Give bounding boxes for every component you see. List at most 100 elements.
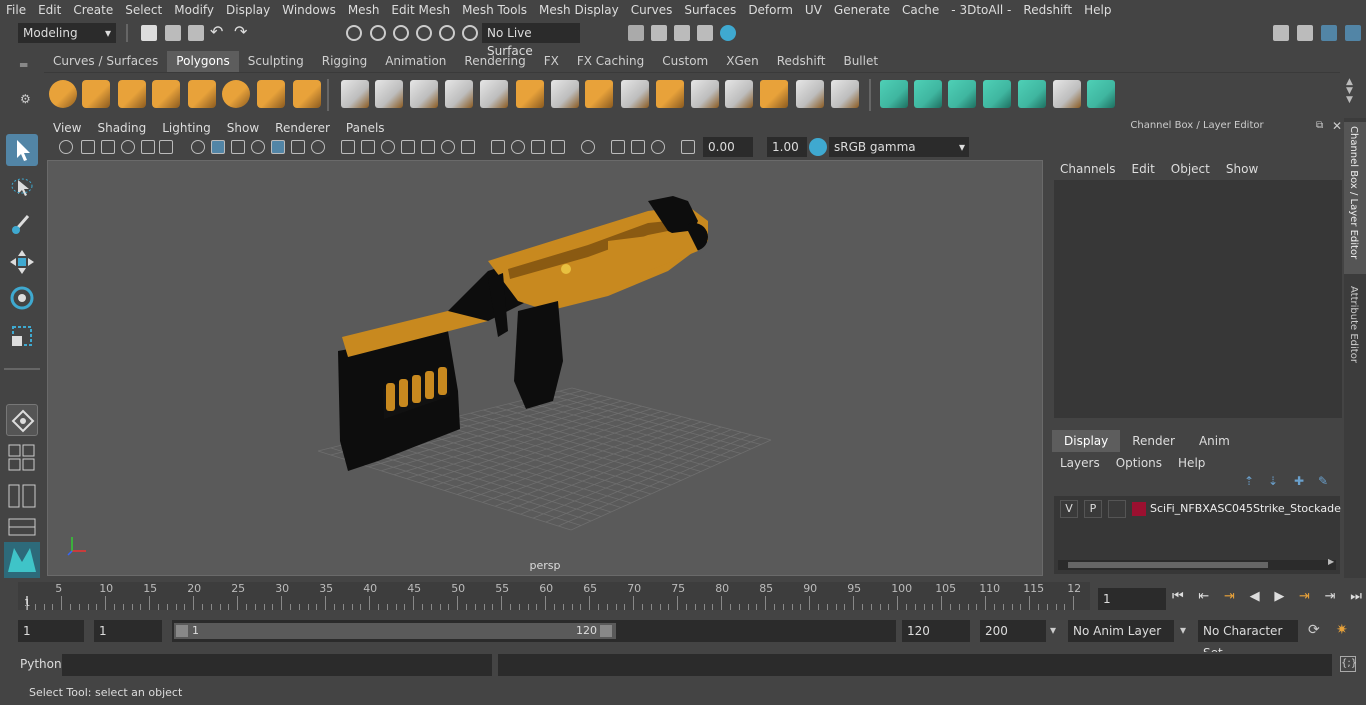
step-forward-key-icon[interactable]: ⇥	[1299, 589, 1310, 607]
merge-icon[interactable]	[691, 80, 719, 108]
exposure-icon[interactable]	[681, 140, 695, 154]
scene-end-field[interactable]: 200	[980, 620, 1046, 642]
move-layer-up-icon[interactable]: ⇡	[1244, 474, 1254, 488]
pipe-icon[interactable]	[293, 80, 321, 108]
bool-icon[interactable]	[796, 80, 824, 108]
move-tool-icon[interactable]	[6, 246, 38, 278]
menu-cache[interactable]: Cache	[896, 0, 945, 20]
menu-windows[interactable]: Windows	[276, 0, 342, 20]
close-icon[interactable]: ✕	[1332, 119, 1342, 133]
shelf-scroll-icon[interactable]: ▲ ▼ ▼	[1346, 78, 1353, 105]
shelf-tab-curves-surfaces[interactable]: Curves / Surfaces	[44, 51, 167, 72]
combine-icon[interactable]	[341, 80, 369, 108]
menu-help[interactable]: Help	[1078, 0, 1117, 20]
menu-3dtoall[interactable]: - 3DtoAll -	[945, 0, 1017, 20]
torus-icon[interactable]	[222, 80, 250, 108]
render-settings-icon[interactable]	[697, 25, 713, 41]
color-space-dropdown[interactable]: sRGB gamma ▾	[829, 137, 969, 157]
menu-select[interactable]: Select	[119, 0, 168, 20]
channel-box-menu-edit[interactable]: Edit	[1124, 160, 1163, 178]
xray-joints-icon[interactable]	[381, 140, 395, 154]
range-slider[interactable]: 1 120	[172, 620, 896, 642]
menu-curves[interactable]: Curves	[625, 0, 679, 20]
playback-end-field[interactable]: 120	[902, 620, 970, 642]
layer-row[interactable]: V P SciFi_NFBXASC045Strike_Stockade	[1058, 500, 1341, 518]
redo-icon[interactable]: ↷	[234, 22, 247, 41]
chevron-down-icon[interactable]: ▾	[1050, 623, 1056, 637]
dof-icon[interactable]	[491, 140, 505, 154]
shelf-tab-custom[interactable]: Custom	[653, 51, 717, 72]
extrude-icon[interactable]	[480, 80, 508, 108]
shelf-tab-rendering[interactable]: Rendering	[455, 51, 534, 72]
layer-menu-options[interactable]: Options	[1108, 454, 1170, 472]
menu-set-dropdown[interactable]: Modeling ▾	[18, 23, 116, 43]
uv-spherical-icon[interactable]	[948, 80, 976, 108]
layer-scrollbar[interactable]: ▶	[1058, 557, 1336, 570]
field-chart-icon[interactable]	[651, 140, 665, 154]
layer-color-swatch[interactable]	[1132, 502, 1146, 516]
wireframe-icon[interactable]	[191, 140, 205, 154]
separate-icon[interactable]	[375, 80, 403, 108]
play-backwards-icon[interactable]: ◀	[1250, 589, 1260, 607]
shelf-tab-polygons[interactable]: Polygons	[167, 51, 239, 72]
render-view-icon[interactable]	[628, 25, 644, 41]
menu-surfaces[interactable]: Surfaces	[678, 0, 742, 20]
light-icon[interactable]	[441, 140, 455, 154]
channel-box-toggle-icon[interactable]	[1321, 25, 1337, 41]
select-tool-icon[interactable]	[6, 134, 38, 166]
layer-menu-help[interactable]: Help	[1170, 454, 1213, 472]
cone-icon[interactable]	[152, 80, 180, 108]
channel-box-menu-channels[interactable]: Channels	[1052, 160, 1124, 178]
shelf-menu-icon[interactable]: ═	[20, 58, 27, 72]
go-to-start-icon[interactable]: ⏮	[1172, 589, 1184, 607]
quad-draw-icon[interactable]	[760, 80, 788, 108]
graph-layout-icon[interactable]	[8, 518, 36, 536]
range-end-handle[interactable]	[600, 625, 612, 637]
playback-prefs-icon[interactable]: ✷	[1336, 622, 1348, 638]
range-slider-bar[interactable]: 1 120	[174, 623, 616, 639]
shelf-tab-bullet[interactable]: Bullet	[834, 51, 887, 72]
pyramid-icon[interactable]	[257, 80, 285, 108]
anti-aliasing-icon[interactable]	[311, 140, 325, 154]
poke-icon[interactable]	[831, 80, 859, 108]
new-layer-icon[interactable]: ✚	[1294, 474, 1304, 488]
gamma-field[interactable]: 1.00	[767, 137, 807, 157]
mirror-icon[interactable]	[410, 80, 438, 108]
live-surface-field[interactable]: No Live Surface	[482, 23, 580, 58]
smooth-icon[interactable]	[445, 80, 473, 108]
menu-file[interactable]: File	[0, 0, 32, 20]
select-camera-icon[interactable]	[581, 140, 595, 154]
channel-box-menu-object[interactable]: Object	[1163, 160, 1218, 178]
float-icon[interactable]: ⧉	[1316, 120, 1323, 131]
multicut-icon[interactable]	[551, 80, 579, 108]
step-forward-frame-icon[interactable]: ⇥	[1325, 589, 1336, 607]
layer-visibility-toggle[interactable]: V	[1060, 500, 1078, 518]
ipr-render-icon[interactable]	[674, 25, 690, 41]
insert-loop-icon[interactable]	[656, 80, 684, 108]
workspace-icon[interactable]	[1273, 25, 1289, 41]
cube-icon[interactable]	[82, 80, 110, 108]
bevel-icon[interactable]	[585, 80, 613, 108]
image-plane-icon[interactable]	[121, 140, 135, 154]
safe-frame-icon[interactable]	[551, 140, 565, 154]
snap-projected-icon[interactable]	[416, 25, 432, 41]
anim-layer-dropdown[interactable]: No Anim Layer	[1068, 620, 1174, 642]
channel-box-menu-show[interactable]: Show	[1218, 160, 1266, 178]
menu-edit[interactable]: Edit	[32, 0, 67, 20]
step-back-key-icon[interactable]: ⇤	[1198, 589, 1209, 607]
viewport-canvas[interactable]: persp	[47, 160, 1043, 576]
uv-editor-icon[interactable]	[1053, 80, 1081, 108]
scene-start-field[interactable]: 1	[18, 620, 84, 642]
grid-toggle-icon[interactable]	[141, 140, 155, 154]
backface-icon[interactable]	[401, 140, 415, 154]
scrollbar-thumb[interactable]	[1068, 562, 1268, 568]
viewport-menu-lighting[interactable]: Lighting	[154, 118, 219, 138]
menu-mesh-display[interactable]: Mesh Display	[533, 0, 625, 20]
go-to-end-icon[interactable]: ⏭	[1350, 589, 1362, 607]
target-weld-icon[interactable]	[725, 80, 753, 108]
cylinder-icon[interactable]	[118, 80, 146, 108]
tab-channel-box[interactable]: Channel Box / Layer Editor	[1344, 122, 1366, 274]
viewport-menu-view[interactable]: View	[45, 118, 89, 138]
lasso-tool-icon[interactable]	[6, 172, 38, 204]
undo-icon[interactable]: ↶	[210, 22, 223, 41]
